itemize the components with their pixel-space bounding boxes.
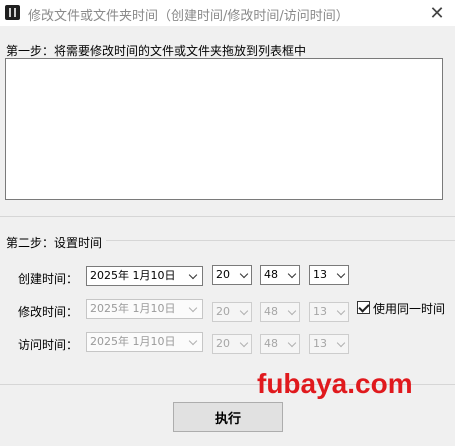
accessed-hour-value: 20 bbox=[216, 337, 230, 350]
same-time-checkbox[interactable] bbox=[357, 301, 370, 314]
chevron-down-icon bbox=[336, 306, 346, 316]
accessed-hour-select[interactable]: 20 bbox=[212, 334, 252, 354]
close-button[interactable]: ✕ bbox=[419, 0, 455, 26]
created-hour-value: 20 bbox=[216, 268, 230, 281]
accessed-date-value: 2025年 1月10日 bbox=[90, 335, 176, 348]
accessed-second-value: 13 bbox=[313, 337, 327, 350]
title-bar: 修改文件或文件夹时间（创建时间/修改时间/访问时间） ✕ bbox=[0, 0, 455, 26]
execute-button[interactable]: 执行 bbox=[173, 402, 283, 432]
modified-second-select[interactable]: 13 bbox=[309, 302, 349, 322]
chevron-down-icon bbox=[239, 338, 249, 348]
window-title: 修改文件或文件夹时间（创建时间/修改时间/访问时间） bbox=[28, 9, 349, 24]
chevron-down-icon bbox=[188, 270, 198, 280]
file-list-box[interactable] bbox=[5, 58, 443, 200]
created-second-select[interactable]: 13 bbox=[309, 265, 349, 285]
created-minute-value: 48 bbox=[264, 268, 278, 281]
accessed-date-picker[interactable]: 2025年 1月10日 bbox=[86, 332, 203, 352]
created-hour-select[interactable]: 20 bbox=[212, 265, 252, 285]
step2-label: 第二步：设置时间 bbox=[6, 236, 103, 250]
chevron-down-icon bbox=[239, 306, 249, 316]
chevron-down-icon bbox=[336, 338, 346, 348]
same-time-label[interactable]: 使用同一时间 bbox=[373, 300, 445, 317]
accessed-time-label: 访问时间： bbox=[18, 338, 79, 352]
accessed-minute-value: 48 bbox=[264, 337, 278, 350]
modified-date-picker[interactable]: 2025年 1月10日 bbox=[86, 299, 203, 319]
modified-second-value: 13 bbox=[313, 305, 327, 318]
accessed-second-select[interactable]: 13 bbox=[309, 334, 349, 354]
created-minute-select[interactable]: 48 bbox=[260, 265, 300, 285]
divider bbox=[0, 216, 455, 217]
chevron-down-icon bbox=[188, 303, 198, 313]
modified-minute-select[interactable]: 48 bbox=[260, 302, 300, 322]
chevron-down-icon bbox=[287, 269, 297, 279]
modified-date-value: 2025年 1月10日 bbox=[90, 302, 176, 315]
watermark-text: fubaya.com bbox=[257, 368, 413, 399]
modified-time-label: 修改时间： bbox=[18, 305, 79, 319]
app-icon bbox=[5, 5, 20, 20]
created-date-value: 2025年 1月10日 bbox=[90, 269, 176, 282]
group-line bbox=[106, 240, 455, 241]
created-second-value: 13 bbox=[313, 268, 327, 281]
chevron-down-icon bbox=[239, 269, 249, 279]
chevron-down-icon bbox=[336, 269, 346, 279]
chevron-down-icon bbox=[287, 306, 297, 316]
chevron-down-icon bbox=[287, 338, 297, 348]
accessed-minute-select[interactable]: 48 bbox=[260, 334, 300, 354]
created-date-picker[interactable]: 2025年 1月10日 bbox=[86, 266, 203, 286]
step1-label: 第一步：将需要修改时间的文件或文件夹拖放到列表框中 bbox=[6, 44, 307, 58]
modified-hour-select[interactable]: 20 bbox=[212, 302, 252, 322]
created-time-label: 创建时间： bbox=[18, 272, 79, 286]
chevron-down-icon bbox=[188, 336, 198, 346]
modified-hour-value: 20 bbox=[216, 305, 230, 318]
modified-minute-value: 48 bbox=[264, 305, 278, 318]
